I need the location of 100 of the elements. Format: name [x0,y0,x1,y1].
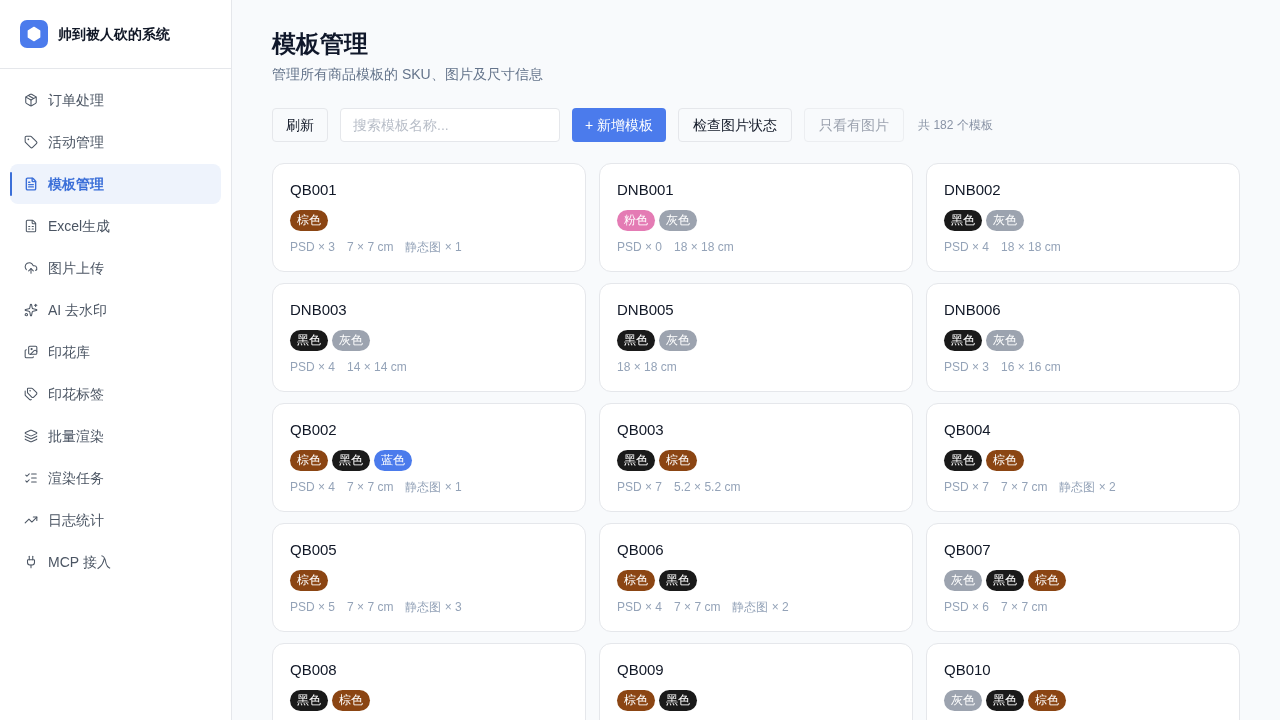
template-card[interactable]: DNB006 黑色 灰色 PSD × 3 16 × 16 cm [926,283,1240,392]
search-field[interactable]: 搜索模板名称... [340,108,560,142]
template-card[interactable]: QB004 黑色 棕色 PSD × 7 7 × 7 cm 静态图 × 2 [926,403,1240,512]
template-name: QB007 [944,540,992,560]
color-tag: 棕色 [617,570,655,591]
template-card[interactable]: DNB002 黑色 灰色 PSD × 4 18 × 18 cm [926,163,1240,272]
template-meta-text: 7 × 7 cm [347,479,394,495]
nav-item[interactable]: AI 去水印 [10,290,221,330]
color-tag: 灰色 [332,330,370,351]
color-tag: 黑色 [986,690,1024,711]
template-meta-text: 7 × 7 cm [347,599,394,615]
template-meta-text: 静态图 × 2 [1059,479,1116,495]
color-tag: 黑色 [944,210,982,231]
template-meta-text: PSD × 3 [944,359,990,375]
color-tag: 黑色 [290,330,328,351]
template-meta-text: PSD × 4 [617,599,663,615]
check-images-button[interactable]: 检查图片状态 [678,108,793,142]
template-meta-text: PSD × 7 [944,479,990,495]
nav-item[interactable]: 活动管理 [10,122,221,162]
refresh-button[interactable]: 刷新 [272,108,328,142]
nav-item[interactable]: 批量渲染 [10,416,221,456]
template-card[interactable]: QB003 黑色 棕色 PSD × 7 5.2 × 5.2 cm [599,403,913,512]
nav-item[interactable]: Excel生成 [10,206,221,246]
color-tag: 黑色 [659,690,697,711]
template-count: 共 182 个模板 [918,117,993,133]
template-meta-text: 7 × 7 cm [674,599,721,615]
spreadsheet-file-icon [24,219,38,233]
nav-item[interactable]: 订单处理 [10,80,221,120]
template-card[interactable]: QB001 棕色 PSD × 3 7 × 7 cm 静态图 × 1 [272,163,586,272]
package-icon [24,93,38,107]
nav-item[interactable]: 日志统计 [10,500,221,540]
template-meta-text: 7 × 7 cm [1001,599,1048,615]
template-meta-text: PSD × 5 [290,599,336,615]
template-meta-text: 18 × 18 cm [617,359,677,375]
template-name: DNB005 [617,300,675,320]
template-name: DNB003 [290,300,348,320]
color-tag: 棕色 [290,450,328,471]
brand-name: 帅到被人砍的系统 [58,25,170,44]
nav-item[interactable]: 印花库 [10,332,221,372]
color-tag: 粉色 [617,210,655,231]
color-tag: 黑色 [332,450,370,471]
template-meta-text: 18 × 18 cm [1001,239,1061,255]
color-tag: 棕色 [332,690,370,711]
template-name: QB003 [617,420,665,440]
plug-icon [24,555,38,569]
template-name: QB002 [290,420,338,440]
template-card[interactable]: DNB005 黑色 灰色 18 × 18 cm [599,283,913,392]
nav-item[interactable]: 渲染任务 [10,458,221,498]
nav-item[interactable]: MCP 接入 [10,542,221,582]
template-card[interactable]: QB008 黑色 棕色 [272,643,586,720]
color-tag: 灰色 [659,210,697,231]
template-meta-text: PSD × 6 [944,599,990,615]
template-card[interactable]: QB006 棕色 黑色 PSD × 4 7 × 7 cm 静态图 × 2 [599,523,913,632]
document-icon [24,177,38,191]
template-card[interactable]: QB005 棕色 PSD × 5 7 × 7 cm 静态图 × 3 [272,523,586,632]
template-meta-text: 5.2 × 5.2 cm [674,479,741,495]
template-card[interactable]: QB009 棕色 黑色 [599,643,913,720]
nav-item[interactable]: 模板管理 [10,164,221,204]
nav-item[interactable]: 印花标签 [10,374,221,414]
cloud-upload-icon [24,261,38,275]
template-meta-text: PSD × 4 [944,239,990,255]
template-card[interactable]: QB007 灰色 黑色 棕色 PSD × 6 7 × 7 cm [926,523,1240,632]
template-name: DNB002 [944,180,1002,200]
color-tag: 棕色 [617,690,655,711]
template-name: QB001 [290,180,338,200]
color-tag: 黑色 [659,570,697,591]
tag-icon [24,135,38,149]
template-meta-text: PSD × 3 [290,239,336,255]
color-tag: 黑色 [290,690,328,711]
color-tag: 黑色 [617,450,655,471]
template-card[interactable]: DNB001 粉色 灰色 PSD × 0 18 × 18 cm [599,163,913,272]
color-tag: 棕色 [659,450,697,471]
color-tag: 棕色 [986,450,1024,471]
color-tag: 棕色 [290,210,328,231]
template-card[interactable]: QB010 灰色 黑色 棕色 [926,643,1240,720]
template-meta-text: 16 × 16 cm [1001,359,1061,375]
page-subtitle: 管理所有商品模板的 SKU、图片及尺寸信息 [272,65,544,84]
color-tag: 灰色 [944,570,982,591]
template-meta-text: 静态图 × 2 [732,599,789,615]
template-name: DNB001 [617,180,675,200]
template-name: QB009 [617,660,665,680]
color-tag: 棕色 [1028,690,1066,711]
template-meta-text: 静态图 × 3 [405,599,462,615]
template-meta-text: PSD × 7 [617,479,663,495]
tags-icon [24,387,38,401]
color-tag: 黑色 [617,330,655,351]
template-meta-text: PSD × 4 [290,359,336,375]
template-name: QB006 [617,540,665,560]
sparkles-icon [24,303,38,317]
template-meta-text: 18 × 18 cm [674,239,734,255]
color-tag: 灰色 [986,210,1024,231]
nav-item[interactable]: 图片上传 [10,248,221,288]
template-card[interactable]: QB002 棕色 黑色 蓝色 PSD × 4 7 × 7 cm 静态图 × 1 [272,403,586,512]
template-name: QB010 [944,660,992,680]
color-tag: 黑色 [986,570,1024,591]
hexagon-logo-icon [20,20,48,48]
template-name: QB008 [290,660,338,680]
add-template-button[interactable]: + 新增模板 [572,108,667,142]
template-card[interactable]: DNB003 黑色 灰色 PSD × 4 14 × 14 cm [272,283,586,392]
template-meta-text: PSD × 0 [617,239,663,255]
